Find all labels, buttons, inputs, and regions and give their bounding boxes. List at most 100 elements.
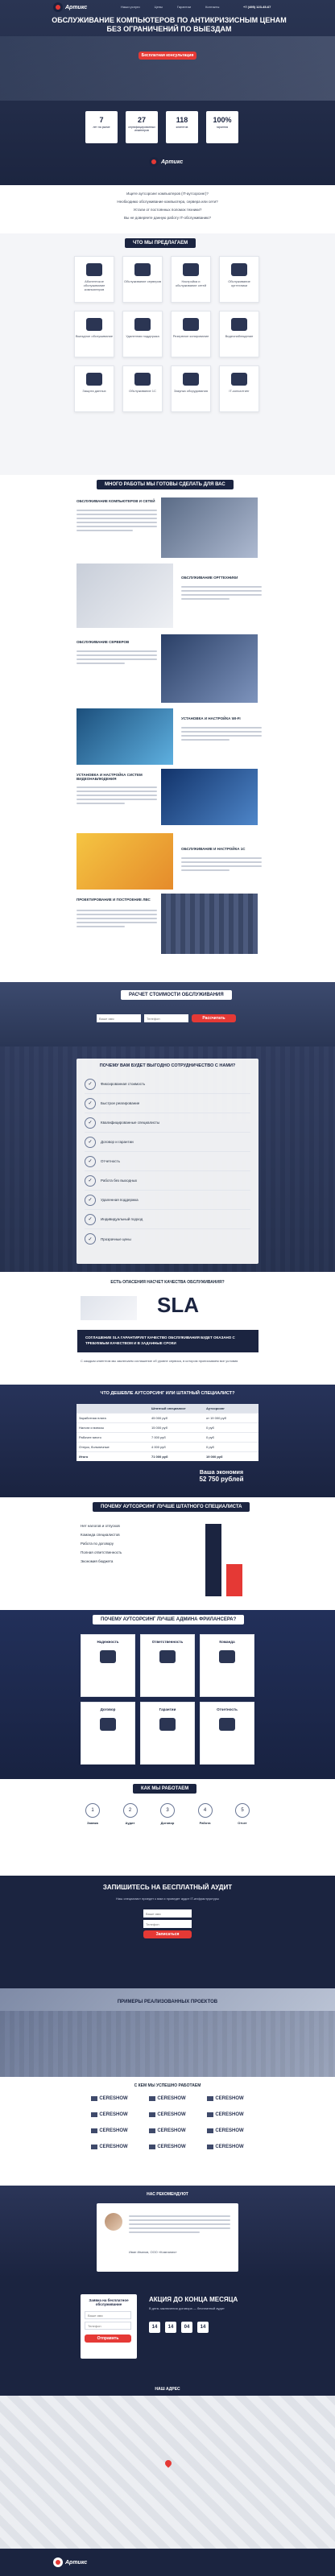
compare-row: Отпуск, больничные 4 000 руб 0 руб (77, 1442, 258, 1451)
nav-item[interactable]: Наши услуги (121, 5, 140, 9)
work-text (181, 855, 262, 873)
compare-header-row: Штатный специалист Аутсорсинг (77, 1404, 258, 1413)
footer-logo[interactable]: Артикс (53, 2557, 87, 2567)
promo-form-card: Заявка на бесплатное обслуживание Отправ… (81, 2294, 137, 2359)
why-row: ✓ Удаленная поддержка (85, 1191, 250, 1210)
client-mark-icon (149, 2145, 156, 2149)
why-row: ✓ Фиксированная стоимость (85, 1075, 250, 1094)
countdown-timer: 14 14 04 14 (149, 2322, 262, 2333)
timer-minutes: 04 (181, 2322, 192, 2333)
offer-card[interactable]: Закупка оборудования (171, 365, 211, 412)
timer-days: 14 (149, 2322, 160, 2333)
promo-submit-button[interactable]: Отправить (85, 2334, 131, 2343)
offer-card[interactable]: Видеонаблюдение (219, 311, 259, 357)
calc-submit-button[interactable]: Рассчитать (192, 1014, 236, 1022)
service-icon (231, 263, 247, 276)
work-title: Обслуживание и настройка 1С (181, 847, 246, 851)
calc-name-input[interactable] (97, 1014, 141, 1022)
header-phone[interactable]: +7 (495) 123-45-67 (243, 5, 271, 9)
nav-item[interactable]: Гарантии (177, 5, 191, 9)
step-icon: 3 (160, 1803, 175, 1818)
logo-icon (53, 2, 63, 12)
audit-submit-button[interactable]: Записаться (143, 1930, 192, 1938)
better-section: Почему аутсорсинг лучше штатного специал… (0, 1497, 335, 1610)
offer-card[interactable]: Удаленная поддержка (122, 311, 163, 357)
audit-name-input[interactable] (143, 1909, 192, 1918)
works-section: Много работы мы готовы сделать для вас О… (0, 475, 335, 982)
client-logo: CERESHOW (81, 2128, 139, 2133)
work-title: Обслуживание компьютеров и сетей (77, 499, 155, 503)
offer-card[interactable]: Резервное копирование (171, 311, 211, 357)
offer-card[interactable]: Обслуживание оргтехники (219, 256, 259, 303)
offer-card[interactable]: Обслуживание серверов (122, 256, 163, 303)
how-section: Как мы работаем 1 Заявка 2 Аудит 3 Договор … (0, 1779, 335, 1876)
recommend-section: Нас рекомендуют Иван Иванов, ООО «Компан… (0, 2186, 335, 2278)
questions-section: Ищете аутсорсинг компьютеров (IT-аутсорс… (0, 185, 335, 233)
compare-row: Рабочее место 7 000 руб 0 руб (77, 1432, 258, 1442)
offer-card[interactable]: Настройка и обслуживание сетей (171, 256, 211, 303)
nav-item[interactable]: Контакты (205, 5, 219, 9)
saving-box: Ваша экономия 52 750 рублей (199, 1470, 244, 1483)
map[interactable] (0, 2396, 335, 2549)
clients-title: С кем мы успешно работаем (134, 2083, 201, 2088)
client-mark-icon (207, 2145, 214, 2149)
how-step: 1 Заявка (77, 1803, 109, 1825)
sla-section: Есть опасения насчет качества обслуживан… (0, 1272, 335, 1385)
how-steps: 1 Заявка 2 Аудит 3 Договор 4 Работа 5 Отчет (77, 1803, 258, 1825)
offer-card[interactable]: Выездное обслуживание (74, 311, 114, 357)
promo-section: Заявка на бесплатное обслуживание Отправ… (0, 2278, 335, 2383)
work-text (77, 784, 157, 807)
audit-phone-input[interactable] (143, 1920, 192, 1928)
freelance-card: Гарантии (140, 1702, 195, 1765)
feature-icon (100, 1650, 116, 1663)
stat-card: 100% гарантия (206, 111, 238, 143)
timer-hours: 14 (165, 2322, 176, 2333)
nav-item[interactable]: Цены (155, 5, 163, 9)
work-image (77, 564, 173, 628)
offer-card[interactable]: Защита данных (74, 365, 114, 412)
offer-card[interactable]: Абонентское обслуживание компьютеров (74, 256, 114, 303)
why-title: Почему вам будет выгодно сотрудничество … (99, 1063, 236, 1068)
work-image (161, 894, 258, 954)
footer-bar: Артикс (0, 2549, 335, 2576)
work-image (77, 833, 173, 890)
promo-name-input[interactable] (85, 2311, 131, 2319)
calc-phone-input[interactable] (144, 1014, 188, 1022)
hero-logo: Артикс (149, 157, 183, 167)
service-icon (134, 263, 151, 276)
client-mark-icon (91, 2145, 98, 2149)
check-icon: ✓ (85, 1174, 96, 1187)
step-icon: 4 (197, 1803, 213, 1818)
work-title: Установка и настройка Wi-Fi (181, 716, 241, 720)
feature-icon (219, 1718, 235, 1731)
client-logo: CERESHOW (139, 2145, 196, 2149)
offer-card[interactable]: IT-консалтинг (219, 365, 259, 412)
freelance-card: Ответственность (140, 1634, 195, 1697)
client-logo: CERESHOW (196, 2096, 254, 2101)
hero-section: Артикс Наши услуги Цены Гарантии Контакт… (0, 0, 335, 185)
client-logo: CERESHOW (81, 2096, 139, 2101)
questions-list: Ищете аутсорсинг компьютеров (IT-аутсорс… (117, 192, 218, 220)
sla-image (81, 1296, 137, 1320)
work-text (181, 584, 262, 602)
calc-form: Рассчитать (97, 1014, 236, 1022)
service-icon (183, 373, 199, 386)
recommend-author: Иван Иванов, ООО «Компания» (129, 2250, 177, 2254)
work-text (77, 907, 157, 930)
client-logo: CERESHOW (196, 2128, 254, 2133)
promo-phone-input[interactable] (85, 2322, 131, 2330)
header-nav: Наши услуги Цены Гарантии Контакты (121, 5, 219, 9)
map-pin-icon (163, 2458, 173, 2468)
client-logo: CERESHOW (196, 2145, 254, 2149)
avatar (105, 2213, 122, 2231)
work-image (77, 708, 173, 765)
recommend-card: Иван Иванов, ООО «Компания» (97, 2203, 238, 2272)
hero-background-image (0, 36, 335, 101)
why-row: ✓ Прозрачные цены (85, 1229, 250, 1249)
offer-card[interactable]: Обслуживание 1С (122, 365, 163, 412)
header-logo[interactable]: Артикс (53, 2, 87, 12)
hero-cta-button[interactable]: Бесплатная консультация (139, 52, 196, 60)
stat-card: 118 клиентов (166, 111, 198, 143)
recommend-text (129, 2213, 230, 2235)
client-logo: CERESHOW (139, 2112, 196, 2117)
